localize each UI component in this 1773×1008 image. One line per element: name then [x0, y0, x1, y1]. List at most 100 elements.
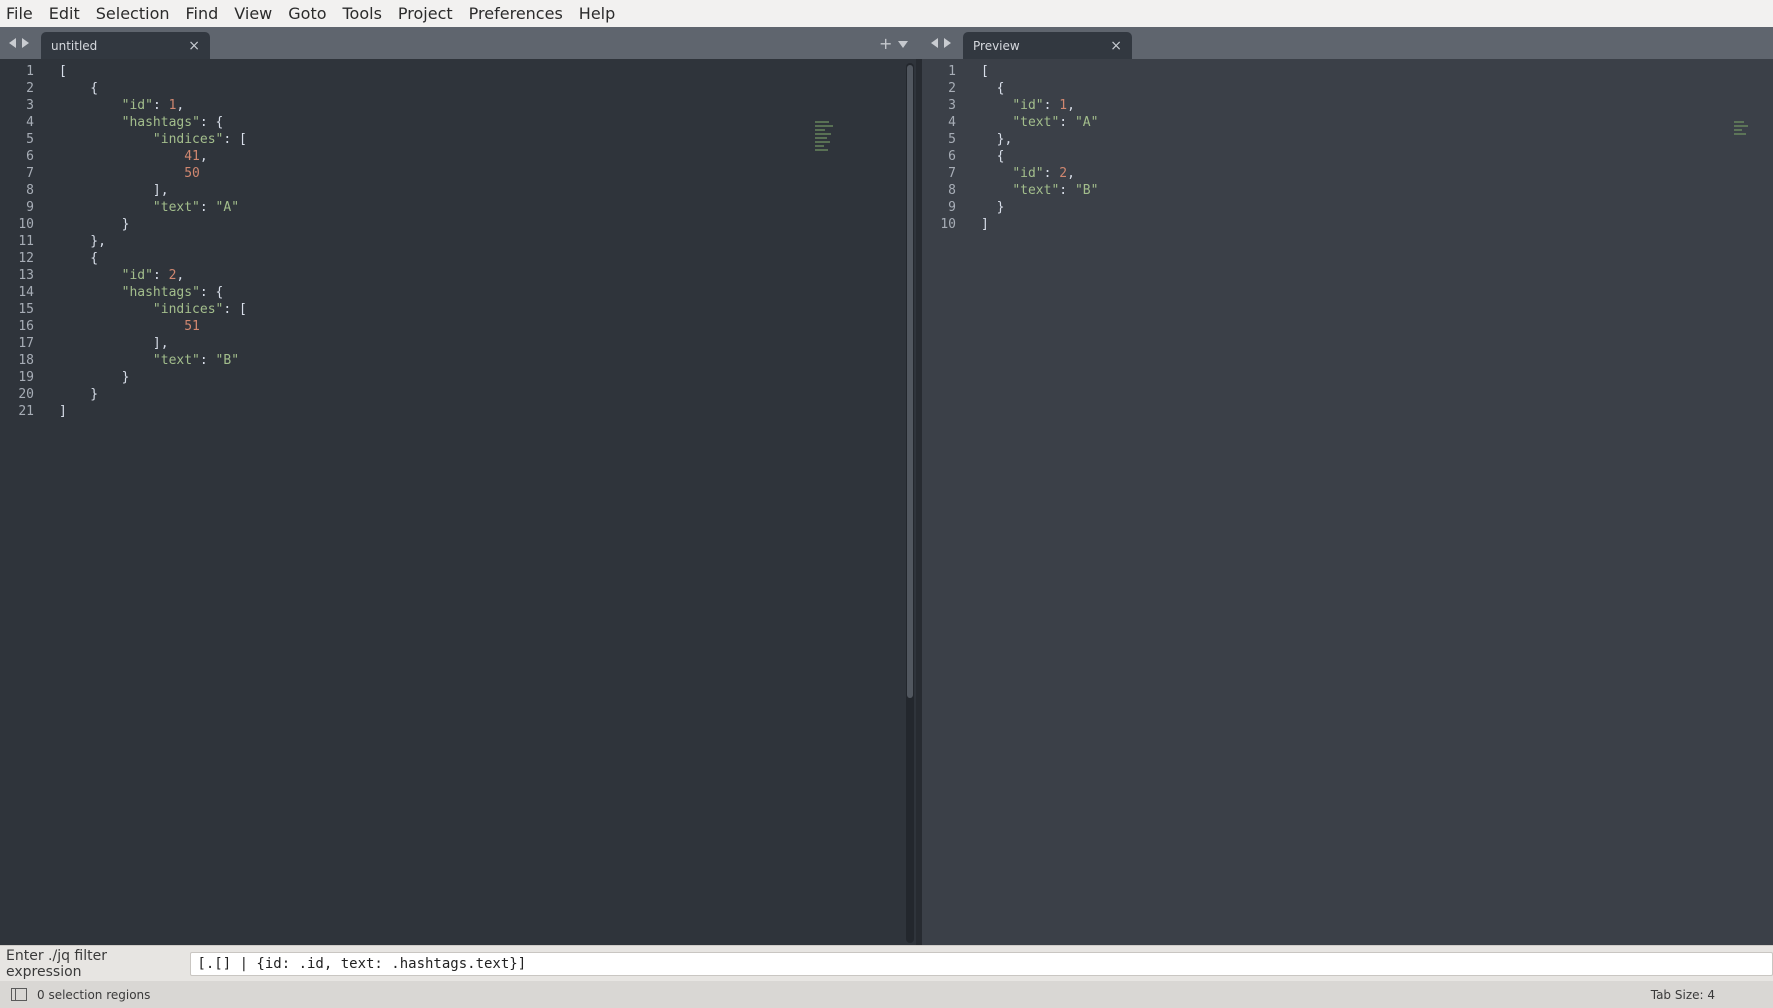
menu-selection[interactable]: Selection	[88, 0, 178, 27]
code-text: ],	[59, 336, 169, 351]
code-line[interactable]: 1[	[922, 63, 989, 80]
line-number: 15	[18, 302, 34, 317]
code-line[interactable]: 8 ],	[0, 182, 169, 199]
code-line[interactable]: 9 "text": "A"	[0, 199, 239, 216]
line-number: 12	[18, 251, 34, 266]
code-line[interactable]: 2 {	[922, 80, 1004, 97]
code-line[interactable]: 6 41,	[0, 148, 208, 165]
filter-input[interactable]	[190, 952, 1773, 976]
menu-goto[interactable]: Goto	[280, 0, 334, 27]
code-line[interactable]: 4 "hashtags": {	[0, 114, 223, 131]
code-text: "text": "B"	[152, 353, 240, 368]
code-text: ]	[59, 404, 67, 419]
code-line[interactable]: 3 "id": 1,	[0, 97, 184, 114]
line-number: 13	[18, 268, 34, 283]
prev-tab-icon[interactable]	[931, 38, 938, 48]
new-tab-icon[interactable]: +	[879, 34, 892, 53]
line-number: 6	[948, 149, 956, 164]
code-text: "indices": [	[152, 302, 247, 317]
tab-label: Preview	[973, 38, 1020, 53]
code-line[interactable]: 10]	[922, 216, 988, 233]
line-number: 5	[948, 132, 956, 147]
code-line[interactable]: 20 }	[0, 386, 98, 403]
line-number: 7	[26, 166, 34, 181]
code-text: [	[981, 64, 989, 79]
code-line[interactable]: 1[	[0, 63, 67, 80]
code-text: "id": 2,	[1012, 166, 1075, 181]
close-icon[interactable]: ×	[1110, 38, 1122, 54]
menu-file[interactable]: File	[0, 0, 41, 27]
tab-dropdown-icon[interactable]	[898, 41, 908, 48]
code-line[interactable]: 18 "text": "B"	[0, 352, 239, 369]
code-text: }	[981, 200, 1005, 215]
right-tab-nav[interactable]	[931, 36, 951, 48]
left-editor[interactable]: 1[2 {3 "id": 1, 4 "hashtags": {5 "indices…	[0, 59, 906, 945]
code-text: {	[981, 149, 1005, 164]
tab-size-indicator[interactable]: Tab Size: 4	[1651, 988, 1715, 1002]
code-text: {	[59, 251, 99, 266]
menu-find[interactable]: Find	[178, 0, 227, 27]
left-tab-nav[interactable]	[9, 36, 29, 48]
code-text: }	[59, 217, 130, 232]
code-text: },	[59, 234, 106, 249]
line-number: 18	[18, 353, 34, 368]
code-text: "text": "B"	[1012, 183, 1099, 198]
code-line[interactable]: 7 50	[0, 165, 200, 182]
code-line[interactable]: 7 "id": 2,	[922, 165, 1075, 182]
line-number: 9	[26, 200, 34, 215]
line-number: 3	[26, 98, 34, 113]
line-number: 5	[26, 132, 34, 147]
input-panel: Enter ./jq filter expression	[0, 945, 1773, 982]
line-number: 9	[948, 200, 956, 215]
menu-edit[interactable]: Edit	[41, 0, 88, 27]
menu-view[interactable]: View	[226, 0, 280, 27]
prev-tab-icon[interactable]	[9, 38, 16, 48]
code-line[interactable]: 8 "text": "B"	[922, 182, 1098, 199]
next-tab-icon[interactable]	[944, 38, 951, 48]
minimap[interactable]	[815, 121, 837, 161]
menu-project[interactable]: Project	[390, 0, 461, 27]
next-tab-icon[interactable]	[22, 38, 29, 48]
code-line[interactable]: 14 "hashtags": {	[0, 284, 223, 301]
code-text: {	[981, 81, 1005, 96]
code-line[interactable]: 6 {	[922, 148, 1004, 165]
minimap[interactable]	[1734, 121, 1756, 161]
panel-toggle-icon[interactable]	[11, 988, 27, 1001]
code-text: "id": 2,	[121, 268, 185, 283]
code-line[interactable]: 16 51	[0, 318, 200, 335]
line-number: 10	[18, 217, 34, 232]
scrollbar-thumb[interactable]	[907, 65, 913, 698]
menu-preferences[interactable]: Preferences	[461, 0, 571, 27]
preview-editor[interactable]: 1[2 {3 "id": 1, 4 "text": "A" 5 }, 6 {7 "id…	[922, 59, 1773, 945]
code-line[interactable]: 4 "text": "A"	[922, 114, 1098, 131]
code-line[interactable]: 11 },	[0, 233, 106, 250]
code-line[interactable]: 9 }	[922, 199, 1004, 216]
close-icon[interactable]: ×	[188, 38, 200, 54]
line-number: 1	[26, 64, 34, 79]
line-number: 6	[26, 149, 34, 164]
code-text: ],	[59, 183, 169, 198]
code-text: }	[59, 387, 99, 402]
code-line[interactable]: 12 {	[0, 250, 98, 267]
code-line[interactable]: 19 }	[0, 369, 129, 386]
code-line[interactable]: 3 "id": 1,	[922, 97, 1075, 114]
status-bar: 0 selection regions Tab Size: 4	[0, 981, 1773, 1008]
line-number: 17	[18, 336, 34, 351]
code-line[interactable]: 5 "indices": [	[0, 131, 247, 148]
code-line[interactable]: 17 ],	[0, 335, 169, 352]
menu-help[interactable]: Help	[571, 0, 623, 27]
code-line[interactable]: 21]	[0, 403, 67, 420]
code-line[interactable]: 2 {	[0, 80, 98, 97]
code-line[interactable]: 13 "id": 2,	[0, 267, 184, 284]
line-number: 2	[26, 81, 34, 96]
menu-bar: File Edit Selection Find View Goto Tools Projec…	[0, 0, 1773, 28]
tab-preview[interactable]: Preview ×	[963, 32, 1132, 59]
code-text: "text": "A"	[152, 200, 240, 215]
line-number: 8	[948, 183, 956, 198]
tab-untitled[interactable]: untitled ×	[41, 32, 210, 59]
code-line[interactable]: 10 }	[0, 216, 129, 233]
menu-tools[interactable]: Tools	[335, 0, 390, 27]
line-number: 16	[18, 319, 34, 334]
code-line[interactable]: 5 },	[922, 131, 1012, 148]
code-line[interactable]: 15 "indices": [	[0, 301, 247, 318]
